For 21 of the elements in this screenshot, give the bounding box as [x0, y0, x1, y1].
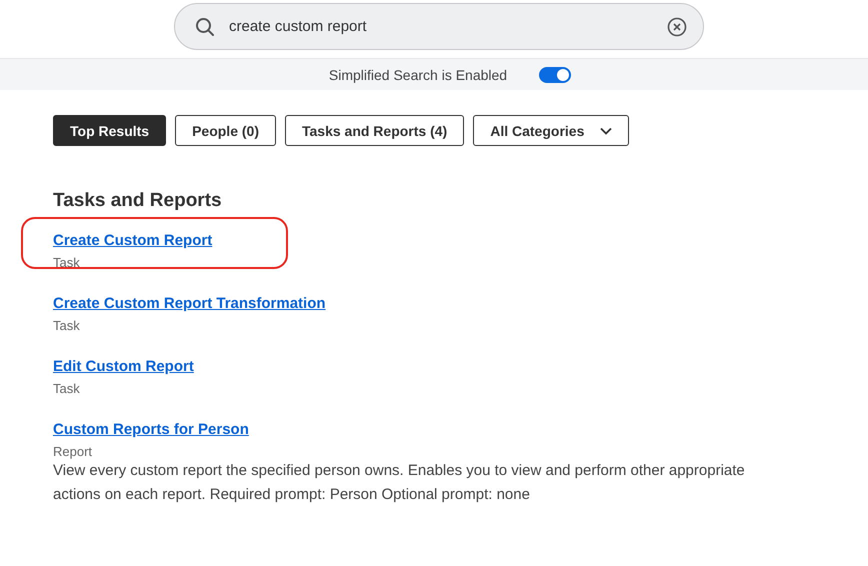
filter-tab[interactable]: People (0) — [175, 115, 276, 146]
caret-icon — [600, 126, 612, 134]
result-link[interactable]: Edit Custom Report — [53, 358, 194, 375]
result-type: Report — [53, 444, 94, 459]
section-heading: Tasks and Reports — [53, 190, 223, 212]
clear-icon[interactable] — [667, 16, 687, 36]
result-link[interactable]: Create Custom Report Transformation — [53, 295, 326, 312]
category-dropdown[interactable]: All Categories — [473, 115, 630, 146]
toggle-switch[interactable] — [539, 66, 572, 82]
toggle-label: Simplified Search is Enabled — [328, 66, 508, 82]
result-type: Task — [53, 318, 81, 333]
filter-tab[interactable]: Top Results — [53, 115, 166, 146]
result-link[interactable]: Create Custom Report — [53, 232, 212, 249]
search-field[interactable]: create custom report — [174, 3, 704, 50]
result-link[interactable]: Custom Reports for Person — [53, 421, 249, 438]
result-description: View every custom report the specified person owns. Enables you to view and perform other appropriate actions on each report. Required prompt: Person Optional prompt: none — [53, 461, 746, 505]
result-type: Task — [53, 381, 81, 396]
search-icon — [195, 16, 215, 36]
search-input[interactable]: create custom report — [229, 18, 667, 35]
result-type: Task — [53, 255, 81, 270]
filter-tab[interactable]: Tasks and Reports (4) — [284, 115, 464, 146]
